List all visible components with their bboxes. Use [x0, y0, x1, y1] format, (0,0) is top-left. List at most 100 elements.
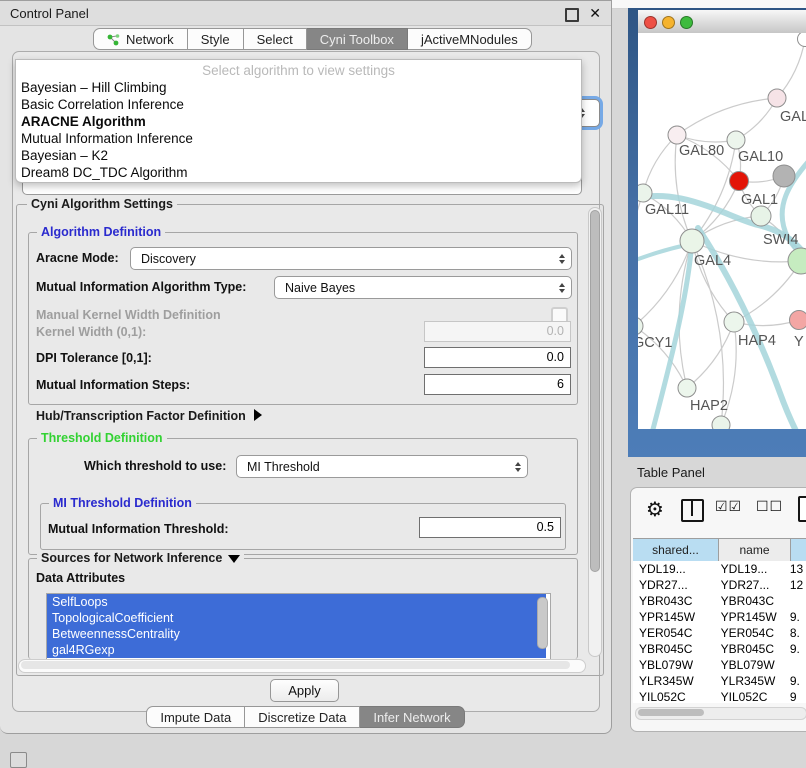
- table-cell: YIL052C: [715, 689, 784, 703]
- scrollbar-thumb[interactable]: [638, 709, 704, 716]
- which-threshold-combo[interactable]: MI Threshold: [236, 455, 528, 478]
- mi-type-combo[interactable]: Naive Bayes: [274, 276, 572, 299]
- table-row[interactable]: YBL079WYBL079W: [633, 657, 806, 673]
- kernel-width-label: Kernel Width (0,1):: [36, 325, 146, 339]
- network-node-hap2[interactable]: [678, 379, 696, 397]
- algorithm-option[interactable]: ARACNE Algorithm: [16, 113, 581, 130]
- list-scrollbar-thumb[interactable]: [537, 597, 548, 649]
- data-attribute-item[interactable]: TopologicalCoefficient: [47, 610, 546, 626]
- control-panel-window: Control Panel ✕ NetworkStyleSelectCyni T…: [0, 0, 612, 734]
- network-canvas[interactable]: GALGAL80GAL10GAL1GAL11SWI4GAL4GCY1HAP4YH…: [638, 33, 806, 429]
- table-cell: YPR145W: [633, 609, 715, 625]
- network-node-bot[interactable]: [712, 416, 730, 429]
- table-cell: YBL079W: [633, 657, 715, 673]
- network-edge: [638, 241, 692, 326]
- tab-jactivemnodules[interactable]: jActiveMNodules: [408, 28, 532, 50]
- network-node-hub[interactable]: [773, 165, 795, 187]
- dropdown-prompt: Select algorithm to view settings: [16, 62, 581, 79]
- zoom-traffic-light[interactable]: [680, 16, 693, 29]
- algorithm-definition-title: Algorithm Definition: [37, 225, 165, 239]
- scrollbar-thumb[interactable]: [21, 661, 570, 669]
- close-traffic-light[interactable]: [644, 16, 657, 29]
- float-window-icon[interactable]: [565, 8, 579, 22]
- settings-vertical-scrollbar[interactable]: [588, 207, 602, 657]
- dpi-tolerance-field[interactable]: 0.0: [424, 347, 571, 368]
- algorithm-option[interactable]: Bayesian – Hill Climbing: [16, 79, 581, 96]
- network-node-n-top[interactable]: [798, 33, 806, 47]
- tab-select[interactable]: Select: [244, 28, 307, 50]
- tab-infer-network[interactable]: Infer Network: [360, 706, 464, 728]
- network-node-gal[interactable]: [768, 89, 786, 107]
- table-row[interactable]: YER054CYER054C8.: [633, 625, 806, 641]
- column-header-extra[interactable]: [791, 539, 806, 561]
- table-cell: 9.: [784, 641, 806, 657]
- settings-group-title: Cyni Algorithm Settings: [27, 197, 177, 211]
- table-row[interactable]: YPR145WYPR145W9.: [633, 609, 806, 625]
- network-node-gal10[interactable]: [727, 131, 745, 149]
- tab-label: jActiveMNodules: [421, 32, 518, 47]
- expander-right-icon: [254, 409, 262, 421]
- mi-threshold-field[interactable]: 0.5: [419, 517, 561, 538]
- data-attribute-item[interactable]: BetweennessCentrality: [47, 626, 546, 642]
- control-panel-tabs: NetworkStyleSelectCyni Toolbox jActiveMNo…: [93, 28, 532, 50]
- table-row[interactable]: YBR043CYBR043C: [633, 593, 806, 609]
- minimize-traffic-light[interactable]: [662, 16, 675, 29]
- hub-definition-expander[interactable]: Hub/Transcription Factor Definition: [36, 409, 262, 423]
- tab-style[interactable]: Style: [188, 28, 244, 50]
- algorithm-option[interactable]: Basic Correlation Inference: [16, 96, 581, 113]
- minimized-panel-icon[interactable]: [10, 752, 27, 768]
- tab-discretize-data[interactable]: Discretize Data: [245, 706, 360, 728]
- table-row[interactable]: YBR045CYBR045C9.: [633, 641, 806, 657]
- column-header-name[interactable]: name: [719, 539, 791, 561]
- table-horizontal-scrollbar[interactable]: [635, 707, 806, 720]
- apply-button[interactable]: Apply: [270, 679, 339, 702]
- settings-horizontal-scrollbar[interactable]: [18, 659, 586, 673]
- table-cell: [784, 593, 806, 609]
- kernel-width-field[interactable]: 0.0: [424, 321, 571, 342]
- algorithm-option[interactable]: Dream8 DC_TDC Algorithm: [16, 164, 581, 181]
- table-panel-title: Table Panel: [637, 465, 705, 480]
- network-node-hap4[interactable]: [724, 312, 744, 332]
- algorithm-option[interactable]: Mutual Information Inference: [16, 130, 581, 147]
- data-attribute-item[interactable]: gal4RGexp: [47, 642, 546, 658]
- table-panel: ⚙ ☑☑ ☐☐ shared...name YDL19...YDL19...13…: [630, 487, 806, 732]
- node-label-gal1: GAL1: [741, 192, 778, 208]
- network-node-gal4[interactable]: [680, 229, 704, 253]
- column-header-shared...[interactable]: shared...: [633, 539, 719, 561]
- scrollbar-thumb[interactable]: [590, 210, 600, 572]
- network-edge: [777, 39, 805, 98]
- table-row[interactable]: YDL19...YDL19...13: [633, 561, 806, 577]
- table-cell: YBR045C: [633, 641, 715, 657]
- table-row[interactable]: YIL052CYIL052C9: [633, 689, 806, 703]
- column-layout-icon[interactable]: [681, 499, 704, 522]
- data-attribute-item[interactable]: SelfLoops: [47, 594, 546, 610]
- gear-icon[interactable]: ⚙: [646, 497, 664, 522]
- node-label-swi4: SWI4: [763, 232, 798, 248]
- network-node-y[interactable]: [790, 311, 806, 330]
- close-icon[interactable]: ✕: [589, 5, 601, 22]
- table-cell: YBR043C: [633, 593, 715, 609]
- network-node-gal80[interactable]: [668, 126, 686, 144]
- algorithm-option[interactable]: Bayesian – K2: [16, 147, 581, 164]
- deselect-all-icon[interactable]: ☐☐: [756, 498, 783, 515]
- network-node-gal1[interactable]: [730, 172, 749, 191]
- table-cell: YER054C: [633, 625, 715, 641]
- table-row[interactable]: YDR27...YDR27...12: [633, 577, 806, 593]
- tab-network[interactable]: Network: [93, 28, 188, 50]
- mi-threshold-label: Mutual Information Threshold:: [48, 522, 229, 536]
- network-node-gal11[interactable]: [638, 184, 652, 202]
- table-row[interactable]: YLR345WYLR345W9.: [633, 673, 806, 689]
- node-label-hap4: HAP4: [738, 333, 776, 349]
- mi-steps-field[interactable]: 6: [424, 374, 571, 395]
- aracne-mode-combo[interactable]: Discovery: [130, 247, 572, 270]
- sources-expander[interactable]: Sources for Network Inference: [37, 551, 244, 565]
- tab-cyni-toolbox[interactable]: Cyni Toolbox: [307, 28, 408, 50]
- select-all-icon[interactable]: ☑☑: [715, 498, 742, 515]
- table-cell: [784, 657, 806, 673]
- table-cell: YLR345W: [633, 673, 715, 689]
- tab-impute-data[interactable]: Impute Data: [146, 706, 245, 728]
- network-node-big[interactable]: [788, 248, 806, 274]
- mi-type-value: Naive Bayes: [285, 281, 559, 295]
- network-node-swi4[interactable]: [751, 206, 771, 226]
- document-icon[interactable]: [798, 496, 806, 522]
